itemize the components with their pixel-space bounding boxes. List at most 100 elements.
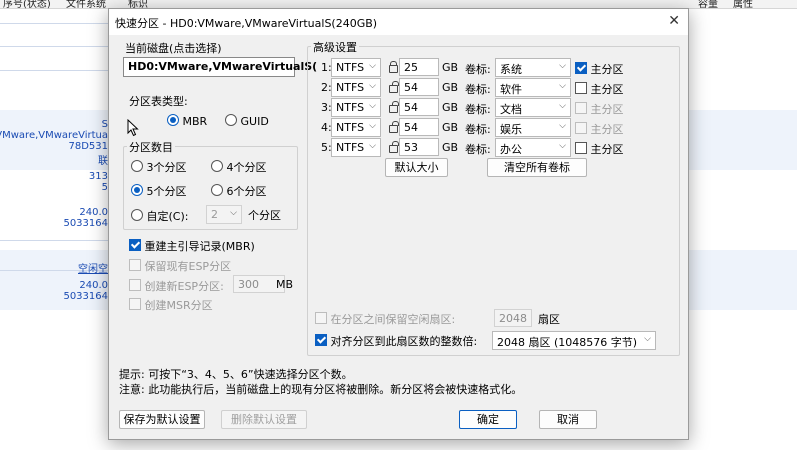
primary-partition-checkbox[interactable]: 主分区 <box>575 81 624 97</box>
volume-label-select[interactable]: 软件 ⌵ <box>495 78 571 97</box>
checkbox-icon <box>575 122 587 134</box>
primary-partition-label: 主分区 <box>590 103 624 116</box>
primary-partition-checkbox[interactable]: 主分区 <box>575 121 624 137</box>
unlock-icon[interactable] <box>389 141 399 153</box>
mbr-radio[interactable]: MBR <box>167 114 207 128</box>
advanced-settings-label: 高级设置 <box>311 39 359 55</box>
checkbox-checked-icon <box>315 334 327 346</box>
reserve-sectors-label: 在分区之间保留空闲扇区: <box>330 313 456 326</box>
ok-button[interactable]: 确定 <box>459 410 517 429</box>
new-esp-checkbox[interactable]: 创建新ESP分区: <box>129 278 224 294</box>
chevron-down-icon: ⌵ <box>369 101 376 111</box>
guid-radio[interactable]: GUID <box>225 114 269 128</box>
size-input[interactable]: 54 <box>399 98 439 116</box>
grid-line <box>0 23 110 24</box>
custom-count-suffix: 个分区 <box>248 209 281 222</box>
rebuild-mbr-checkbox[interactable]: 重建主引导记录(MBR) <box>129 238 255 254</box>
default-size-button[interactable]: 默认大小 <box>385 158 448 177</box>
grid-line <box>0 70 110 71</box>
count-6-label: 6个分区 <box>226 185 267 198</box>
primary-partition-checkbox[interactable]: 主分区 <box>575 141 624 157</box>
chevron-down-icon: ⌵ <box>369 141 376 151</box>
rebuild-mbr-label: 重建主引导记录(MBR) <box>144 240 255 253</box>
align-label: 对齐分区到此扇区数的整数倍: <box>330 335 478 348</box>
disk-tree-text: 78D531 <box>68 141 108 152</box>
size-input[interactable]: 25 <box>399 58 439 76</box>
count-5-radio[interactable]: 5个分区 <box>131 183 187 199</box>
reserve-sectors-checkbox[interactable]: 在分区之间保留空闲扇区: <box>315 311 455 327</box>
filesystem-select[interactable]: NTFS ⌵ <box>331 98 381 117</box>
filesystem-select[interactable]: NTFS ⌵ <box>331 118 381 137</box>
chevron-down-icon: ⌵ <box>559 121 566 131</box>
unlock-icon[interactable] <box>389 81 399 93</box>
create-msr-checkbox[interactable]: 创建MSR分区 <box>129 297 213 313</box>
custom-count-value: 2 <box>211 208 218 221</box>
size-input[interactable]: 53 <box>399 138 439 156</box>
count-4-radio[interactable]: 4个分区 <box>211 159 267 175</box>
delete-default-button[interactable]: 删除默认设置 <box>221 410 307 429</box>
align-checkbox[interactable]: 对齐分区到此扇区数的整数倍: <box>315 333 477 349</box>
custom-count-radio[interactable]: 自定(C): <box>131 208 188 224</box>
radio-icon <box>211 160 223 172</box>
primary-partition-label: 主分区 <box>590 83 624 96</box>
keep-esp-checkbox[interactable]: 保留现有ESP分区 <box>129 258 231 274</box>
esp-unit: MB <box>276 278 294 291</box>
unlock-icon[interactable] <box>389 121 399 133</box>
chevron-down-icon: ⌵ <box>559 141 566 151</box>
tip-text: 提示: 可按下“3、4、5、6”快速选择分区个数。 <box>119 368 353 381</box>
clear-labels-button[interactable]: 清空所有卷标 <box>487 158 587 177</box>
radio-icon <box>131 209 143 221</box>
filesystem-select[interactable]: NTFS ⌵ <box>331 78 381 97</box>
count-6-radio[interactable]: 6个分区 <box>211 183 267 199</box>
size-input[interactable]: 54 <box>399 78 439 96</box>
unlock-icon[interactable] <box>389 101 399 113</box>
checkbox-icon <box>129 298 141 310</box>
volume-label-select[interactable]: 文档 ⌵ <box>495 98 571 117</box>
checkbox-icon <box>129 279 141 291</box>
column-header: 属性 <box>733 0 753 10</box>
volume-label-value: 系统 <box>500 63 522 76</box>
checkbox-icon <box>575 102 587 114</box>
cancel-button[interactable]: 取消 <box>539 410 597 429</box>
volume-label-value: 办公 <box>500 143 522 156</box>
partition-table-label: 分区表类型: <box>129 95 188 108</box>
volume-label-caption: 卷标: <box>465 103 491 116</box>
disk-tree-text: 联 <box>98 156 108 167</box>
chevron-down-icon: ⌵ <box>369 81 376 91</box>
disk-tree-text[interactable]: VMware,VMwareVirtua <box>0 130 108 141</box>
free-space-link[interactable]: 空闲空 <box>78 260 108 275</box>
disk-tree-text: 313 <box>88 171 108 182</box>
filesystem-select[interactable]: NTFS ⌵ <box>331 58 381 77</box>
align-value: 2048 扇区 (1048576 字节) <box>497 336 638 349</box>
save-default-button[interactable]: 保存为默认设置 <box>119 410 205 429</box>
count-3-radio[interactable]: 3个分区 <box>131 159 187 175</box>
filesystem-value: NTFS <box>336 121 365 134</box>
size-unit: GB <box>442 81 459 94</box>
lock-icon[interactable] <box>389 61 398 73</box>
keep-esp-label: 保留现有ESP分区 <box>144 260 232 273</box>
disk-select-field[interactable]: HD0:VMware,VMwareVirtualS( <box>123 57 317 77</box>
volume-label-select[interactable]: 系统 ⌵ <box>495 58 571 77</box>
dialog-titlebar: 快速分区 - HD0:VMware,VMwareVirtualS(240GB) … <box>109 9 688 35</box>
grid-line <box>0 46 110 47</box>
chevron-down-icon: ⌵ <box>369 61 376 71</box>
size-input[interactable]: 54 <box>399 118 439 136</box>
volume-label-select[interactable]: 娱乐 ⌵ <box>495 118 571 137</box>
chevron-down-icon: ⌵ <box>230 208 237 218</box>
mbr-label: MBR <box>182 115 208 128</box>
checkbox-icon <box>129 259 141 271</box>
column-header: 文件系统 <box>66 0 106 10</box>
volume-label-caption: 卷标: <box>465 143 491 156</box>
align-select[interactable]: 2048 扇区 (1048576 字节) ⌵ <box>492 331 656 350</box>
close-icon[interactable]: ✕ <box>668 13 680 29</box>
guid-label: GUID <box>240 115 269 128</box>
column-header: 容量 <box>698 0 718 10</box>
filesystem-select[interactable]: NTFS ⌵ <box>331 138 381 157</box>
disk-tree-text: 240.0 <box>79 280 108 291</box>
reserve-sectors-input[interactable]: 2048 <box>494 309 532 327</box>
primary-partition-checkbox[interactable]: 主分区 <box>575 101 624 117</box>
volume-label-select[interactable]: 办公 ⌵ <box>495 138 571 157</box>
volume-label-caption: 卷标: <box>465 83 491 96</box>
primary-partition-checkbox[interactable]: 主分区 <box>575 61 624 77</box>
custom-count-select[interactable]: 2 ⌵ <box>206 205 242 224</box>
